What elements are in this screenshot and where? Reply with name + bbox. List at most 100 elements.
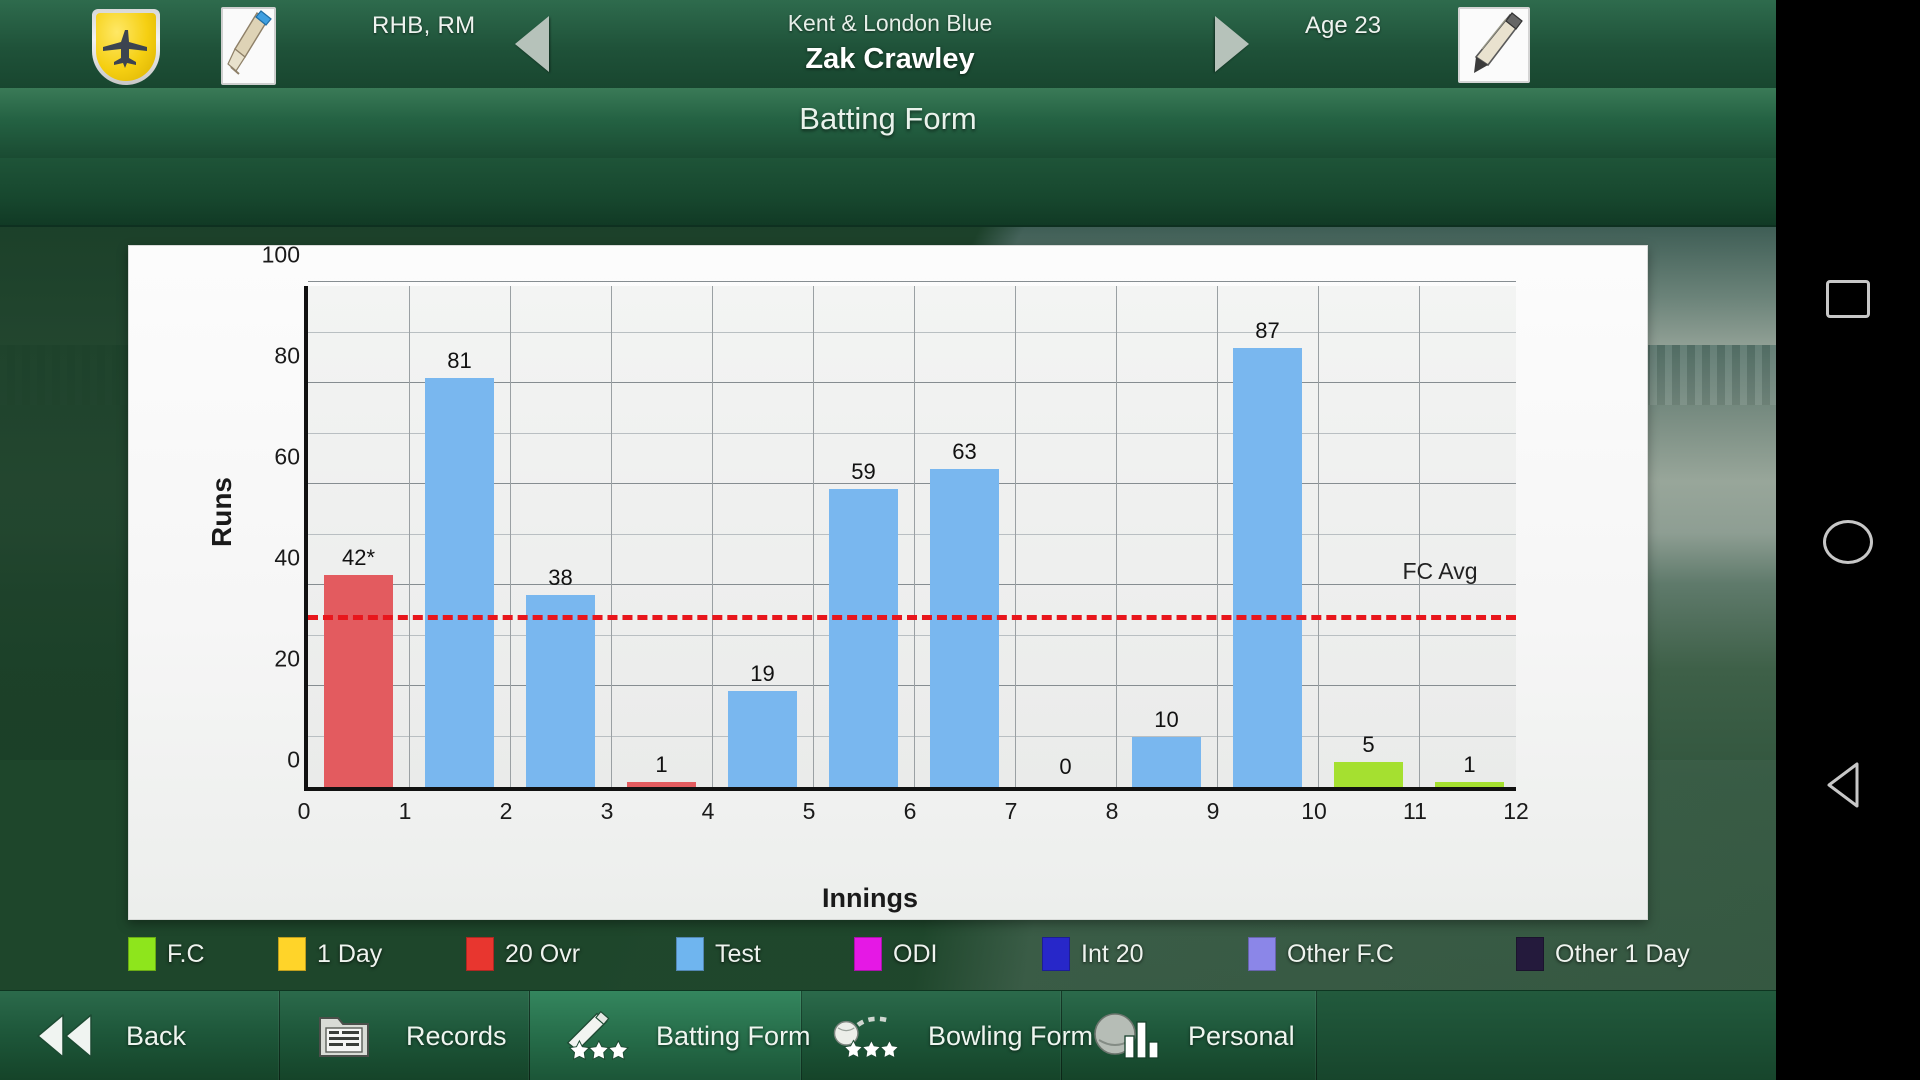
gridline-vertical xyxy=(611,286,612,787)
fc-average-label: FC Avg xyxy=(1402,558,1478,585)
nav-button-back[interactable]: Back xyxy=(0,991,280,1080)
nav-button-bowling-form[interactable]: Bowling Form xyxy=(802,991,1093,1080)
nav-button-label: Records xyxy=(406,1020,507,1051)
bar[interactable] xyxy=(627,781,696,787)
legend-label: 1 Day xyxy=(317,939,383,968)
gridline-vertical xyxy=(813,286,814,787)
y-axis-tick: 80 xyxy=(274,342,300,369)
bar-value-label: 63 xyxy=(952,438,977,464)
legend-item: 20 Ovr xyxy=(466,937,658,971)
team-label: Kent & London Blue xyxy=(787,10,993,36)
legend-item: ODI xyxy=(854,937,1024,971)
legend-label: ODI xyxy=(893,939,938,968)
x-axis-tick: 9 xyxy=(1206,798,1220,824)
bar[interactable] xyxy=(829,489,898,787)
x-axis-tick: 2 xyxy=(499,798,513,824)
bar-value-label: 42* xyxy=(341,544,376,570)
legend-item: 1 Day xyxy=(278,937,448,971)
gridline-vertical xyxy=(409,286,410,787)
bar[interactable] xyxy=(1435,781,1504,787)
nav-button-personal[interactable]: Personal xyxy=(1062,991,1317,1080)
x-axis-tick: 1 xyxy=(398,798,412,824)
bar-value-label: 1 xyxy=(655,751,668,777)
gridline-vertical xyxy=(510,286,511,787)
gridline-horizontal xyxy=(308,281,1516,282)
bar-value-label: 0 xyxy=(1059,754,1072,779)
bar-value-label: 1 xyxy=(1463,751,1476,777)
x-axis-tick: 12 xyxy=(1503,798,1529,824)
legend-label: Test xyxy=(715,939,761,968)
filter-bar xyxy=(0,158,1776,227)
screen-root: RHB, RM Kent & London Blue Zak Crawley A… xyxy=(0,0,1920,1080)
bar[interactable] xyxy=(1132,736,1201,787)
bar-value-label: 81 xyxy=(447,347,472,373)
page-title-bar: Batting Form xyxy=(0,88,1776,158)
helmet-bars-icon xyxy=(1090,1010,1162,1062)
gridline-vertical xyxy=(1419,286,1420,787)
cricket-bat-icon[interactable] xyxy=(221,7,276,85)
legend-label: 20 Ovr xyxy=(505,939,581,968)
x-axis-tick: 11 xyxy=(1403,798,1427,824)
gridline-vertical xyxy=(1116,286,1117,787)
next-player-button[interactable] xyxy=(1215,16,1249,72)
nav-button-records[interactable]: Records xyxy=(280,991,530,1080)
bar-value-label: 87 xyxy=(1255,317,1280,343)
plot-container: Runs Innings 0 20 40 60 80 100 42* 81 38 1 19 59 63 0… xyxy=(206,242,1529,914)
records-folder-icon xyxy=(308,1010,380,1062)
legend-swatch xyxy=(1516,937,1544,971)
legend-swatch xyxy=(278,937,306,971)
bar-value-label: 10 xyxy=(1154,706,1179,732)
legend-swatch xyxy=(1248,937,1276,971)
bar[interactable] xyxy=(1334,761,1403,787)
gridline-vertical xyxy=(712,286,713,787)
double-chevron-left-icon xyxy=(28,1013,100,1059)
team-crest-icon[interactable] xyxy=(92,9,160,85)
x-axis-tick: 4 xyxy=(701,798,715,824)
nav-button-batting-form[interactable]: Batting Form xyxy=(530,991,811,1080)
x-axis-tick: 6 xyxy=(903,798,917,824)
bar-value-label: 19 xyxy=(750,661,775,687)
nav-button-label: Batting Form xyxy=(656,1020,811,1051)
x-axis-label: Innings xyxy=(822,883,918,913)
pencil-icon[interactable] xyxy=(1458,7,1530,83)
batting-form-chart-panel: Runs Innings 0 20 40 60 80 100 42* 81 38 1 19 59 63 0… xyxy=(128,242,1648,920)
square-icon[interactable] xyxy=(1826,280,1870,318)
x-axis-tick: 10 xyxy=(1301,798,1327,824)
legend-label: Other F.C xyxy=(1287,939,1394,968)
bar[interactable] xyxy=(425,377,494,787)
circle-icon[interactable] xyxy=(1823,520,1873,564)
x-axis-tick: 5 xyxy=(802,798,816,824)
triangle-left-icon[interactable] xyxy=(1827,760,1865,810)
bat-stars-icon xyxy=(558,1011,630,1061)
app-viewport: RHB, RM Kent & London Blue Zak Crawley A… xyxy=(0,0,1776,1080)
legend-label: F.C xyxy=(167,939,205,968)
gridline-vertical xyxy=(1217,286,1218,787)
bar[interactable] xyxy=(324,574,393,787)
legend-item: Int 20 xyxy=(1042,937,1230,971)
x-axis-tick: 3 xyxy=(600,798,614,824)
gridline-horizontal xyxy=(308,331,1516,333)
gridline-vertical xyxy=(1318,286,1319,787)
x-axis-tick: 0 xyxy=(297,798,311,824)
bar[interactable] xyxy=(1233,347,1302,787)
bar-value-label: 38 xyxy=(548,565,573,591)
legend-swatch xyxy=(676,937,704,971)
y-axis-tick: 20 xyxy=(274,645,300,672)
gridline-vertical xyxy=(914,286,915,787)
legend-label: Int 20 xyxy=(1081,939,1144,968)
legend-swatch xyxy=(128,937,156,971)
player-name: Zak Crawley xyxy=(805,43,975,75)
bar[interactable] xyxy=(728,691,797,787)
nav-button-label: Personal xyxy=(1188,1020,1295,1051)
page-title: Batting Form xyxy=(799,101,977,136)
bar[interactable] xyxy=(526,595,595,787)
bottom-navigation-bar: Back Records Batting Form Bowling Form Perso… xyxy=(0,990,1776,1080)
ball-stars-icon xyxy=(830,1011,902,1061)
legend-item: F.C xyxy=(128,937,260,971)
legend-item: Other F.C xyxy=(1248,937,1498,971)
android-navigation-bar xyxy=(1776,0,1920,1080)
bar[interactable] xyxy=(930,468,999,787)
legend-swatch xyxy=(466,937,494,971)
previous-player-button[interactable] xyxy=(515,16,549,72)
x-axis-tick: 8 xyxy=(1105,798,1119,824)
